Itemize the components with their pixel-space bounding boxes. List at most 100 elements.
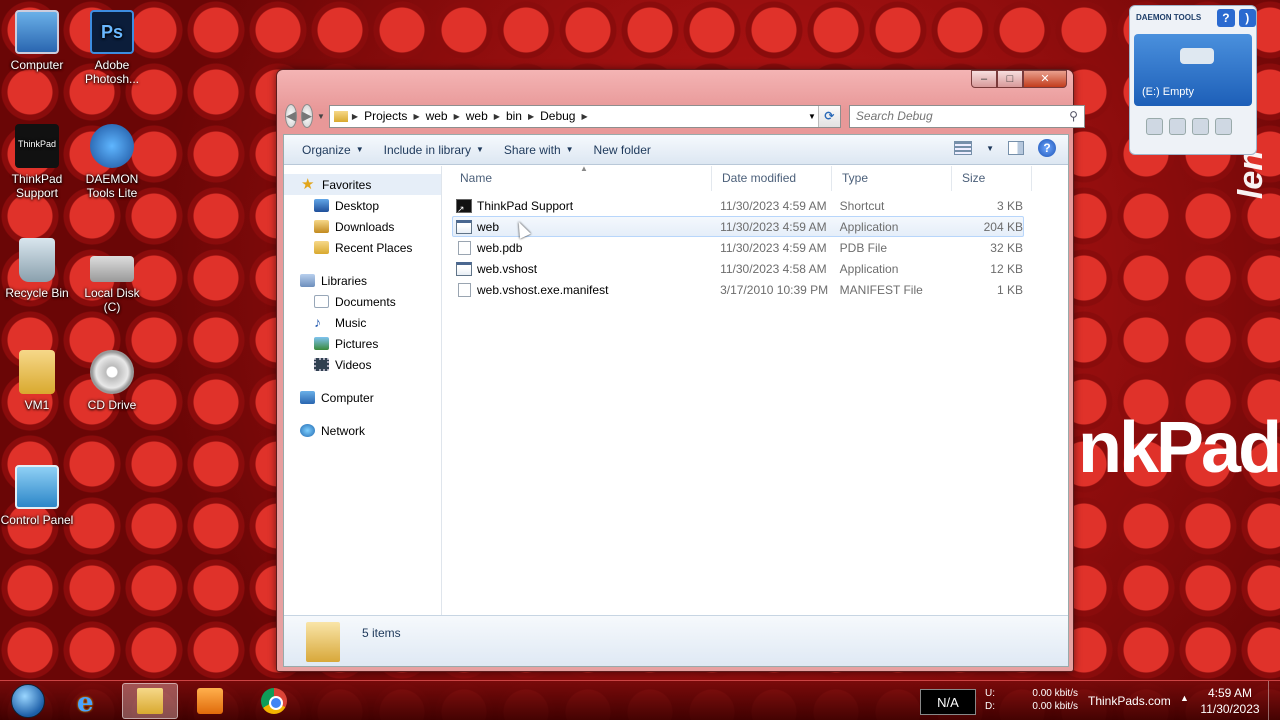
clock[interactable]: 4:59 AM 11/30/2023 (1198, 685, 1262, 717)
breadcrumb-web-2[interactable]: web (464, 109, 490, 123)
preview-pane-icon[interactable] (1008, 141, 1024, 155)
file-date: 11/30/2023 4:59 AM (720, 219, 827, 234)
organize-button[interactable]: Organize ▼ (292, 135, 374, 165)
file-row[interactable]: web 11/30/2023 4:59 AM Application 204 K… (452, 216, 1024, 237)
nav-music[interactable]: ♪ Music (284, 312, 441, 333)
taskbar-windows-explorer[interactable] (122, 683, 178, 719)
desktop-icon-recycle-bin[interactable]: Recycle Bin (0, 238, 74, 300)
nav-network[interactable]: Network (284, 420, 441, 441)
start-button[interactable] (2, 681, 54, 720)
file-row[interactable]: web.vshost.exe.manifest 3/17/2010 10:39 … (452, 279, 1024, 300)
include-in-library-label: Include in library (383, 142, 471, 157)
desktop-icon-photoshop[interactable]: Ps Adobe Photosh... (75, 10, 149, 86)
refresh-button[interactable]: ⟳ (817, 105, 840, 127)
minimize-button[interactable]: – (971, 70, 997, 88)
breadcrumb-debug[interactable]: Debug (538, 109, 577, 123)
desktop-icon-control-panel[interactable]: Control Panel (0, 465, 74, 527)
breadcrumb-bin[interactable]: bin (504, 109, 524, 123)
nav-computer[interactable]: Computer (284, 387, 441, 408)
virtual-drive-icon (1180, 48, 1214, 64)
nav-label: Desktop (335, 198, 380, 213)
desktop-icon-cd-drive[interactable]: CD Drive (75, 350, 149, 412)
chevron-right-icon[interactable]: ▶ (454, 112, 460, 121)
taskbar-media-player[interactable] (182, 683, 238, 719)
column-header-date[interactable]: Date modified (712, 166, 832, 191)
column-header-size[interactable]: Size (952, 166, 1032, 191)
details-pane: 5 items (284, 615, 1068, 666)
nav-label: Network (321, 423, 366, 438)
file-row[interactable]: web.pdb 11/30/2023 4:59 AM PDB File 32 K… (452, 237, 1024, 258)
change-view-icon[interactable] (954, 141, 973, 155)
taskbar: e N/A U: D: 0.00 kbit/s 0.00 kbit/s Thin… (0, 680, 1280, 720)
file-size: 204 KB (983, 219, 1023, 234)
tray-thinkpads-link[interactable]: ThinkPads.com (1088, 694, 1171, 708)
desktop-icon-daemon-tools[interactable]: DAEMON Tools Lite (75, 124, 149, 200)
application-icon (456, 219, 472, 234)
download-label: D: (985, 701, 995, 712)
show-hidden-icons-button[interactable]: ▲ (1180, 693, 1189, 703)
desktop-icon-label: Computer (10, 58, 64, 72)
close-button[interactable]: ✕ (1023, 70, 1067, 88)
desktop-icon-label: ThinkPad Support (11, 172, 63, 200)
desktop-icon-local-disk[interactable]: Local Disk (C) (75, 238, 149, 314)
breadcrumb-web[interactable]: web (424, 109, 450, 123)
chevron-right-icon[interactable]: ▶ (413, 112, 419, 121)
nav-libraries[interactable]: Libraries (284, 270, 441, 291)
rss-icon[interactable]: ) (1238, 9, 1256, 27)
nav-videos[interactable]: Videos (284, 354, 441, 375)
forward-button[interactable]: ▶ (301, 104, 313, 128)
address-bar[interactable]: ▶ Projects ▶ web ▶ web ▶ bin ▶ Debug ▶ ▼… (328, 104, 841, 128)
nav-pictures[interactable]: Pictures (284, 333, 441, 354)
search-box[interactable]: ⚲ (848, 104, 1085, 128)
search-input[interactable] (855, 109, 1056, 123)
file-row[interactable]: web.vshost 11/30/2023 4:58 AM Applicatio… (452, 258, 1024, 279)
include-in-library-button[interactable]: Include in library ▼ (374, 135, 494, 165)
search-icon[interactable]: ⚲ (1069, 109, 1078, 123)
desktop-icon-vm1[interactable]: VM1 (0, 350, 74, 412)
media-player-icon (197, 688, 223, 714)
share-with-button[interactable]: Share with ▼ (494, 135, 584, 165)
file-type: Shortcut (839, 198, 885, 213)
taskbar-internet-explorer[interactable]: e (62, 683, 118, 719)
videos-icon (314, 358, 329, 371)
recent-pages-dropdown[interactable]: ▼ (317, 112, 325, 121)
command-bar-right: ▼ ? (954, 139, 1056, 157)
network-icon (300, 424, 315, 437)
nav-desktop[interactable]: Desktop (284, 195, 441, 216)
nav-downloads[interactable]: Downloads (284, 216, 441, 237)
chevron-down-icon[interactable]: ▼ (986, 144, 994, 153)
file-row[interactable]: ThinkPad Support 11/30/2023 4:59 AM Shor… (452, 195, 1024, 216)
nav-recent-places[interactable]: Recent Places (284, 237, 441, 258)
column-headers: ▲ Name Date modified Type Size (450, 164, 1064, 191)
new-folder-button[interactable]: New folder (584, 135, 661, 165)
chevron-right-icon[interactable]: ▶ (528, 112, 534, 121)
show-desktop-button[interactable] (1268, 681, 1280, 720)
chevron-right-icon[interactable]: ▶ (581, 112, 587, 121)
mount-icon[interactable] (1146, 118, 1163, 135)
gadget-header: DAEMON TOOLS ? ) (1130, 6, 1256, 30)
help-icon[interactable]: ? (1038, 139, 1056, 157)
virtual-drive-panel[interactable]: (E:) Empty (1134, 34, 1252, 106)
unmount-icon[interactable] (1215, 118, 1232, 135)
add-drive-icon[interactable] (1192, 118, 1209, 135)
nav-documents[interactable]: Documents (284, 291, 441, 312)
upload-label: U: (985, 688, 995, 699)
image-catalog-icon[interactable] (1169, 118, 1186, 135)
chevron-right-icon[interactable]: ▶ (352, 112, 358, 121)
column-header-type[interactable]: Type (832, 166, 952, 191)
explorer-window: – □ ✕ ◀ ▶ ▼ ▶ Projects ▶ web ▶ web ▶ bin… (276, 69, 1085, 672)
back-button[interactable]: ◀ (285, 104, 297, 128)
network-status[interactable]: N/A (920, 689, 976, 715)
file-icon (458, 240, 471, 255)
address-history-dropdown[interactable]: ▼ (808, 112, 816, 121)
breadcrumb-projects[interactable]: Projects (362, 109, 409, 123)
taskbar-chrome[interactable] (246, 683, 302, 719)
nav-favorites[interactable]: ★ Favorites (284, 174, 441, 195)
help-button[interactable]: ? (1217, 9, 1235, 27)
desktop-icon-label: Recycle Bin (5, 286, 69, 300)
maximize-button[interactable]: □ (997, 70, 1023, 88)
desktop-icon-thinkpad-support[interactable]: ThinkPad ThinkPad Support (0, 124, 74, 200)
chevron-right-icon[interactable]: ▶ (494, 112, 500, 121)
desktop-icon-computer[interactable]: Computer (0, 10, 74, 72)
file-name: web (477, 219, 500, 234)
